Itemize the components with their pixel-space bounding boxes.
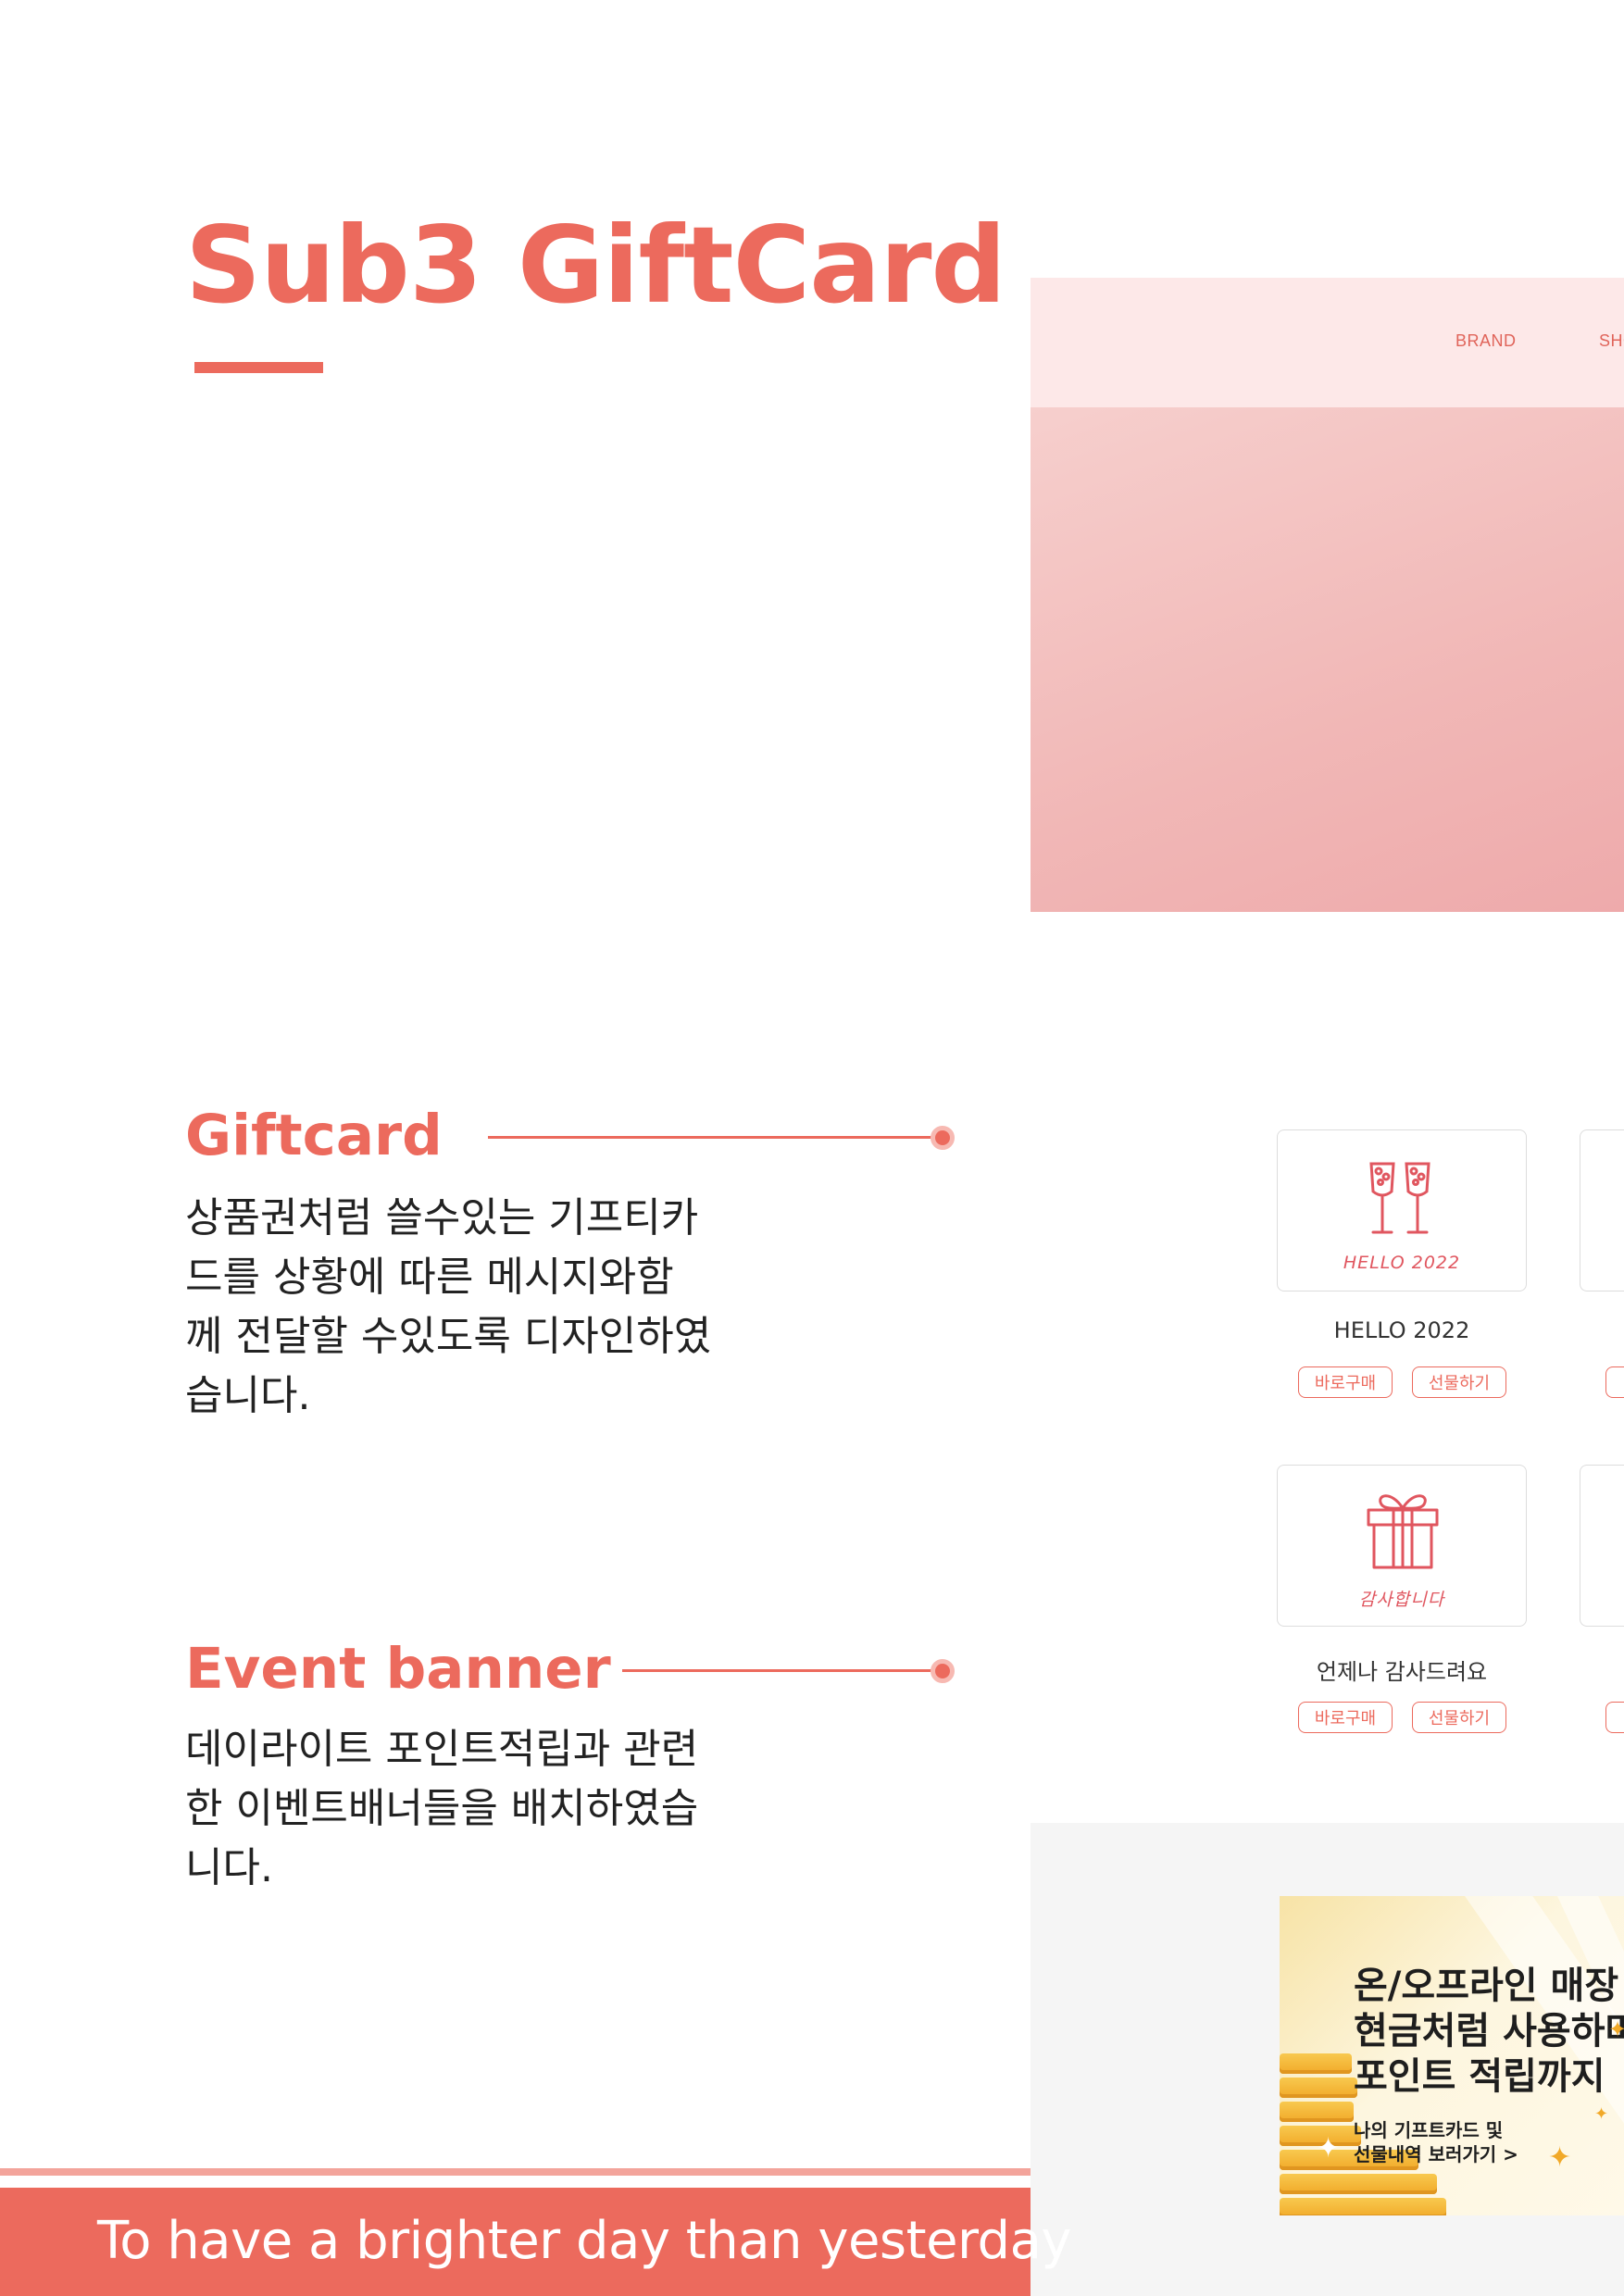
card-name: HELLO 2022: [1333, 1317, 1470, 1343]
section-line-giftcard: [488, 1136, 942, 1139]
event-headline-line: 포인트 적립까지: [1354, 2055, 1605, 2098]
sparkle-icon: ✦: [1594, 2104, 1609, 2124]
card-caption: 감사합니다: [1358, 1590, 1445, 1610]
desc-line: 한 이벤트배너들을 배치하였습: [185, 1785, 699, 1832]
gift-card-hello-2022[interactable]: HELLO 2022: [1277, 1129, 1527, 1292]
hero-mockup: BRAND SHO: [1031, 278, 1624, 912]
gift-box-icon: [1367, 1494, 1439, 1569]
hero-nav-bar: BRAND SHO: [1031, 278, 1624, 407]
event-sub-link[interactable]: 선물내역 보러가기 >: [1354, 2140, 1518, 2166]
hero-image: [1031, 407, 1624, 912]
card-caption: HELLO 2022: [1343, 1253, 1461, 1273]
desc-line: 상품권처럼 쓸수있는 기프티카: [185, 1194, 699, 1242]
buy-now-button-partial[interactable]: [1605, 1366, 1624, 1398]
coin: [1280, 2174, 1437, 2194]
section-desc-giftcard: 상품권처럼 쓸수있는 기프티카 드를 상황에 따른 메시지와함 께 전달할 수있…: [185, 1189, 759, 1426]
desc-line: 습니다.: [185, 1372, 311, 1419]
section-line-event: [622, 1669, 942, 1672]
send-gift-button[interactable]: 선물하기: [1412, 1702, 1506, 1733]
gift-card-partial[interactable]: [1580, 1465, 1624, 1627]
desc-line: 드를 상황에 따른 메시지와함: [185, 1254, 674, 1301]
section-dot-giftcard: [931, 1126, 955, 1150]
sparkle-icon: ✦: [1548, 2141, 1572, 2174]
nav-item-shop[interactable]: SHO: [1599, 331, 1624, 351]
buy-now-button-partial[interactable]: [1605, 1702, 1624, 1733]
footer-line: [0, 2168, 1031, 2176]
buy-now-button[interactable]: 바로구매: [1298, 1366, 1393, 1398]
coin: [1280, 2198, 1446, 2215]
champagne-glasses-icon: [1369, 1162, 1430, 1234]
desc-line: 께 전달할 수있도록 디자인하였: [185, 1313, 712, 1360]
desc-line: 데이라이트 포인트적립과 관련: [185, 1726, 699, 1773]
section-desc-event: 데이라이트 포인트적립과 관련 한 이벤트배너들을 배치하였습 니다.: [185, 1720, 759, 1898]
title-underline: [194, 362, 323, 373]
coin: [1280, 2102, 1354, 2122]
section-title-giftcard: Giftcard: [185, 1103, 443, 1168]
send-gift-button[interactable]: 선물하기: [1412, 1366, 1506, 1398]
sparkle-icon: ✦: [1608, 2016, 1624, 2042]
card-name: 언제나 감사드려요: [1316, 1659, 1488, 1685]
nav-item-brand[interactable]: BRAND: [1455, 331, 1517, 351]
desc-line: 니다.: [185, 1844, 273, 1891]
section-dot-event: [931, 1659, 955, 1683]
footer-tagline: To have a brighter day than yesterday: [97, 2211, 1072, 2271]
buy-now-button[interactable]: 바로구매: [1298, 1702, 1393, 1733]
page-title: Sub3 GiftCard: [185, 204, 1006, 327]
gift-card-thanks[interactable]: 감사합니다: [1277, 1465, 1527, 1627]
event-sub-line: 나의 기프트카드 및: [1354, 2119, 1504, 2141]
event-banner[interactable]: 온/오프라인 매장 현금처럼 사용하며 포인트 적립까지 나의 기프트카드 및 …: [1280, 1896, 1624, 2215]
coin: [1280, 2053, 1352, 2074]
gift-card-partial[interactable]: [1580, 1129, 1624, 1292]
coin: [1280, 2078, 1357, 2098]
sparkle-icon: ✦: [1317, 2132, 1341, 2165]
section-title-event-banner: Event banner: [185, 1636, 611, 1702]
